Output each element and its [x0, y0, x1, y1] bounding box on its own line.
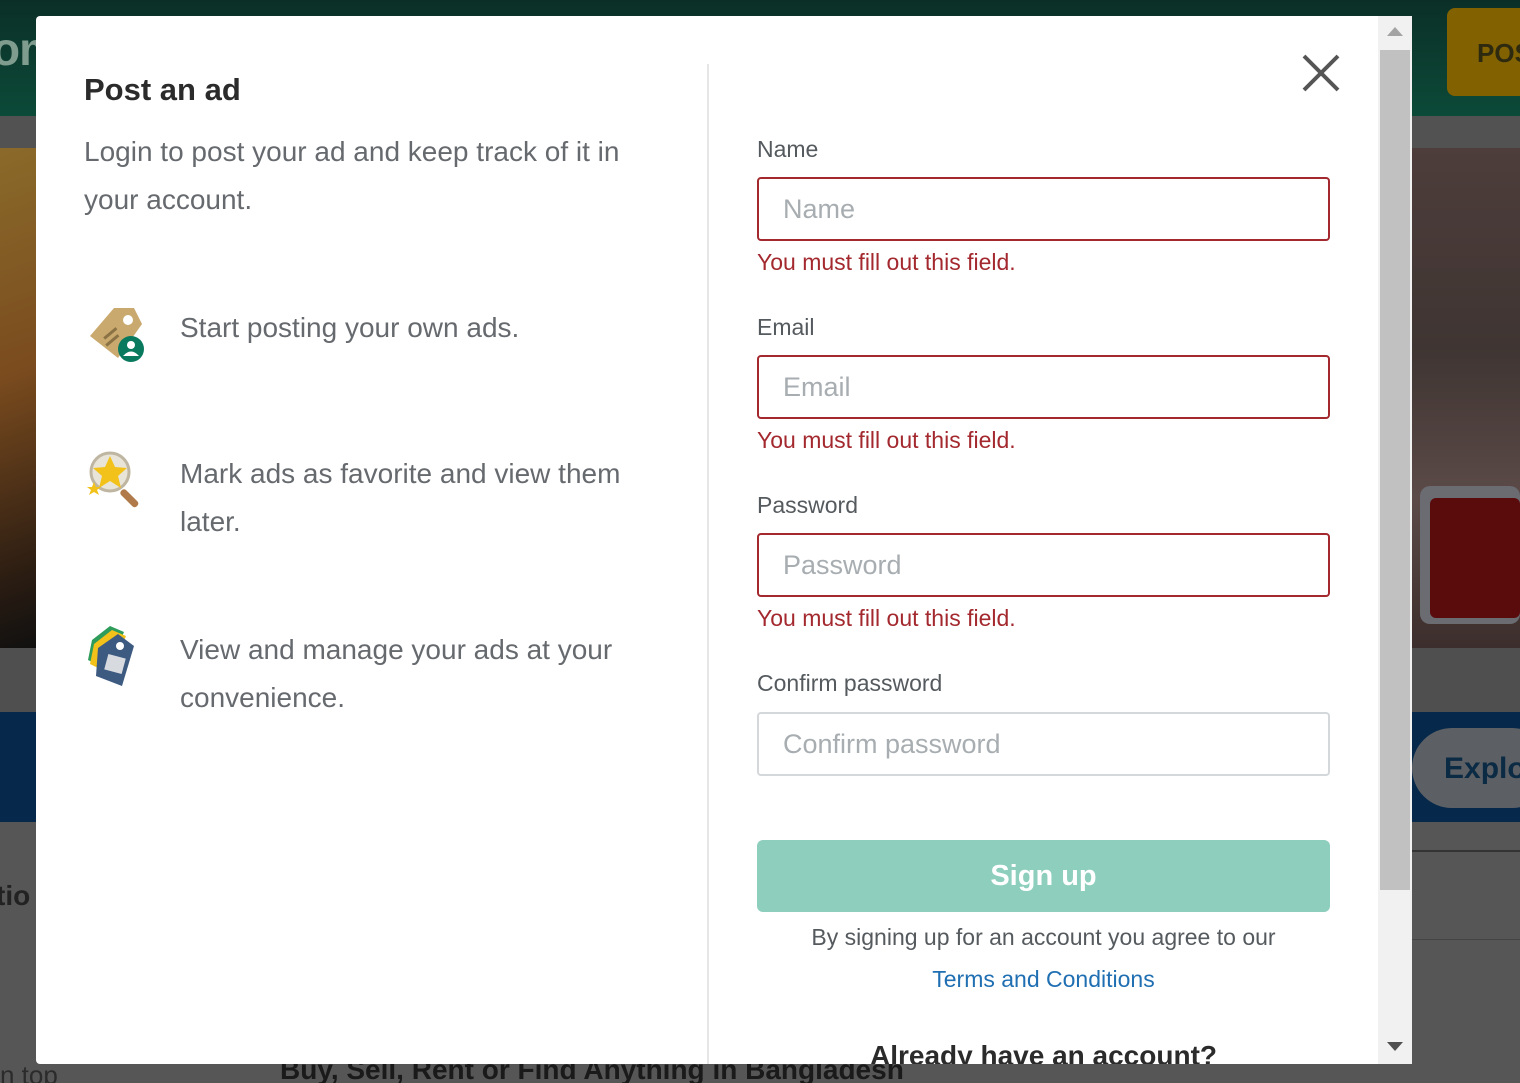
name-field[interactable]: [757, 177, 1330, 241]
explore-button: Explo: [1412, 728, 1520, 808]
name-error: You must fill out this field.: [757, 249, 1016, 275]
feature-text: Mark ads as favorite and view them later…: [180, 458, 621, 537]
modal-scrollbar[interactable]: [1378, 16, 1412, 1064]
password-error: You must fill out this field.: [757, 605, 1016, 631]
post-ad-header-button: POS: [1447, 8, 1520, 96]
email-label: Email: [757, 314, 815, 340]
signup-button[interactable]: Sign up: [757, 840, 1330, 912]
favorite-star-search-icon: [87, 451, 139, 508]
confirm-password-field[interactable]: [757, 712, 1330, 776]
confirm-password-label: Confirm password: [757, 670, 943, 696]
manage-ads-tags-icon: [88, 626, 134, 686]
email-field[interactable]: [757, 355, 1330, 419]
ad-tag-user-icon: [90, 308, 144, 362]
feature-text: View and manage your ads at your conveni…: [180, 634, 613, 713]
name-label: Name: [757, 136, 819, 162]
scroll-down-arrow-icon[interactable]: [1387, 1042, 1403, 1051]
login-prompt: Already have an account?: [869, 1040, 1217, 1064]
password-field[interactable]: [757, 533, 1330, 597]
terms-agreement-text: By signing up for an account you agree t…: [811, 924, 1276, 950]
scroll-thumb[interactable]: [1380, 50, 1410, 890]
hero-sign-inner: [1430, 498, 1520, 618]
feature-text: Start posting your own ads.: [180, 312, 520, 343]
terms-link[interactable]: Terms and Conditions: [757, 966, 1330, 993]
password-label: Password: [757, 492, 858, 518]
modal-intro: Login to post your ad and keep track of …: [84, 136, 620, 215]
email-error: You must fill out this field.: [757, 427, 1016, 453]
close-icon[interactable]: [1298, 50, 1344, 96]
modal-title: Post an ad: [84, 72, 241, 107]
post-ad-modal: Post an ad Login to post your ad and kee…: [36, 16, 1412, 1064]
section-heading: tio: [0, 880, 31, 911]
section-lines: [1412, 850, 1520, 940]
hero-banner-left: [0, 148, 40, 648]
scroll-up-arrow-icon[interactable]: [1387, 27, 1403, 36]
modal-divider: [707, 64, 709, 1064]
